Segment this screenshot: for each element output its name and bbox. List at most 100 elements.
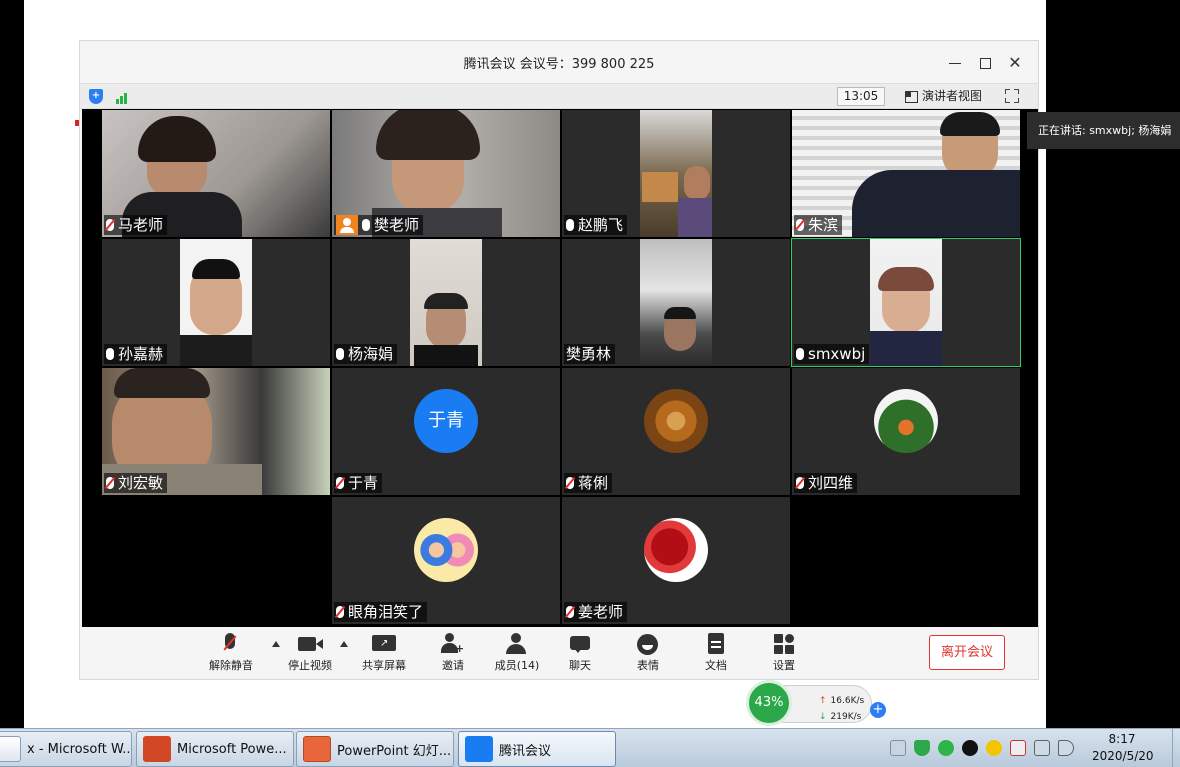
- participant-tile[interactable]: 樊勇林: [562, 239, 790, 366]
- add-user-icon: +: [423, 633, 483, 655]
- participant-video: [640, 110, 712, 237]
- participant-video: [410, 239, 482, 366]
- taskbar-item-word[interactable]: x - Microsoft W...: [0, 731, 132, 767]
- participant-tile[interactable]: 朱滨: [792, 110, 1020, 237]
- clock-date: 2020/5/20: [1092, 749, 1154, 763]
- audio-options-caret-icon[interactable]: [272, 641, 280, 647]
- avatar: [874, 389, 938, 453]
- update-icon[interactable]: [986, 740, 1002, 756]
- slideshow-icon: [303, 736, 331, 762]
- participant-name-label: 马老师: [104, 215, 168, 235]
- mic-muted-icon: [796, 219, 804, 231]
- avatar: 于青: [414, 389, 478, 453]
- video-options-caret-icon[interactable]: [340, 641, 348, 647]
- network-error-icon[interactable]: [1010, 740, 1026, 756]
- window-controls: ✕: [940, 41, 1030, 83]
- fullscreen-icon[interactable]: [1005, 89, 1019, 103]
- participant-name-label: 赵鹏飞: [564, 215, 628, 235]
- mic-muted-icon: [336, 606, 344, 618]
- participant-tile[interactable]: 马老师: [102, 110, 330, 237]
- unmute-button[interactable]: 解除静音: [201, 633, 261, 673]
- maximize-button[interactable]: [970, 53, 1000, 72]
- chat-button[interactable]: 聊天: [550, 633, 610, 673]
- volume-icon[interactable]: [1058, 740, 1074, 756]
- avatar: [644, 518, 708, 582]
- taskbar-clock[interactable]: 8:17 2020/5/20: [1092, 731, 1154, 765]
- documents-label: 文档: [705, 659, 727, 672]
- document-icon: [686, 633, 746, 655]
- settings-button[interactable]: 设置: [754, 633, 814, 673]
- show-desktop-button[interactable]: [1172, 729, 1180, 767]
- speaker-view-label: 演讲者视图: [922, 89, 983, 103]
- participant-tile[interactable]: 眼角泪笑了: [332, 497, 560, 624]
- mic-icon: [336, 348, 344, 360]
- mic-muted-icon: [566, 477, 574, 489]
- mic-icon: [362, 219, 370, 231]
- memory-percent-badge: 43%: [746, 680, 792, 726]
- participant-tile[interactable]: 孙嘉赫: [102, 239, 330, 366]
- speaking-tooltip: 正在讲话: smxwbj; 杨海娟: [1027, 112, 1180, 149]
- participant-tile[interactable]: 刘宏敏: [102, 368, 330, 495]
- keyboard-icon[interactable]: [890, 740, 906, 756]
- participant-tile-active-speaker[interactable]: smxwbj: [791, 238, 1021, 367]
- signal-strength-icon[interactable]: [116, 90, 132, 104]
- participant-name-label: 姜老师: [564, 602, 628, 622]
- download-arrow-icon: ↓: [819, 712, 827, 722]
- video-grid: 马老师 樊老师 赵鹏飞 朱滨 孙嘉赫 杨海娟 樊勇林 smxwbj 刘宏敏 于青…: [82, 109, 1038, 627]
- participant-name-label: 樊老师: [334, 215, 424, 235]
- participant-tile[interactable]: 杨海娟: [332, 239, 560, 366]
- stop-video-label: 停止视频: [288, 659, 332, 672]
- reactions-label: 表情: [637, 659, 659, 672]
- close-button[interactable]: ✕: [1000, 53, 1030, 72]
- taskbar-item-powerpoint[interactable]: Microsoft Powe...: [136, 731, 294, 767]
- taskbar-item-slideshow[interactable]: PowerPoint 幻灯...: [296, 731, 454, 767]
- tencent-meeting-icon: [465, 736, 493, 762]
- members-icon: [487, 633, 547, 655]
- mic-icon: [796, 348, 804, 360]
- chat-label: 聊天: [569, 659, 591, 672]
- participant-name-label: 樊勇林: [564, 344, 616, 364]
- qq-icon[interactable]: [962, 740, 978, 756]
- participant-name-label: 刘宏敏: [104, 473, 168, 493]
- documents-button[interactable]: 文档: [686, 633, 746, 673]
- wechat-icon[interactable]: [938, 740, 954, 756]
- stop-video-button[interactable]: 停止视频: [280, 633, 340, 673]
- security-shield-icon[interactable]: [914, 740, 930, 756]
- grid-settings-icon: [754, 633, 814, 655]
- security-shield-icon[interactable]: +: [89, 89, 103, 104]
- mic-muted-icon: [201, 633, 261, 655]
- participant-tile[interactable]: 姜老师: [562, 497, 790, 624]
- participant-tile[interactable]: 赵鹏飞: [562, 110, 790, 237]
- accelerate-plus-icon[interactable]: +: [870, 702, 886, 718]
- computer-icon[interactable]: [1034, 740, 1050, 756]
- mic-muted-icon: [566, 606, 574, 618]
- participant-name-label: 朱滨: [794, 215, 843, 235]
- participant-tile[interactable]: 蒋俐: [562, 368, 790, 495]
- minimize-button[interactable]: [940, 53, 970, 72]
- taskbar-item-tencent-meeting[interactable]: 腾讯会议: [458, 731, 616, 767]
- invite-button[interactable]: + 邀请: [423, 633, 483, 673]
- smiley-icon: [618, 633, 678, 655]
- speaker-view-button[interactable]: 演讲者视图: [905, 87, 982, 106]
- close-icon: ✕: [1008, 52, 1022, 72]
- reactions-button[interactable]: 表情: [618, 633, 678, 673]
- participant-tile[interactable]: 于青 于青: [332, 368, 560, 495]
- system-tray: [890, 739, 1082, 757]
- minimize-icon: [949, 62, 961, 64]
- participant-name-label: 于青: [334, 473, 383, 493]
- mic-muted-icon: [106, 477, 114, 489]
- taskbar: x - Microsoft W... Microsoft Powe... Pow…: [0, 728, 1180, 767]
- leave-meeting-button[interactable]: 离开会议: [929, 635, 1005, 670]
- participant-tile[interactable]: 刘四维: [792, 368, 1020, 495]
- host-icon: [336, 215, 358, 235]
- participant-name-label: 刘四维: [794, 473, 858, 493]
- share-screen-button[interactable]: ↗ 共享屏幕: [354, 633, 414, 673]
- participant-tile[interactable]: 樊老师: [332, 110, 560, 237]
- mic-muted-icon: [336, 477, 344, 489]
- mic-icon: [106, 348, 114, 360]
- network-speed-widget[interactable]: ↑ 16.6K/s ↓ 219K/s + 43%: [746, 680, 886, 726]
- document-icon: [0, 736, 21, 762]
- mic-muted-icon: [796, 477, 804, 489]
- chat-icon: [550, 633, 610, 655]
- members-button[interactable]: 成员(14): [487, 633, 547, 673]
